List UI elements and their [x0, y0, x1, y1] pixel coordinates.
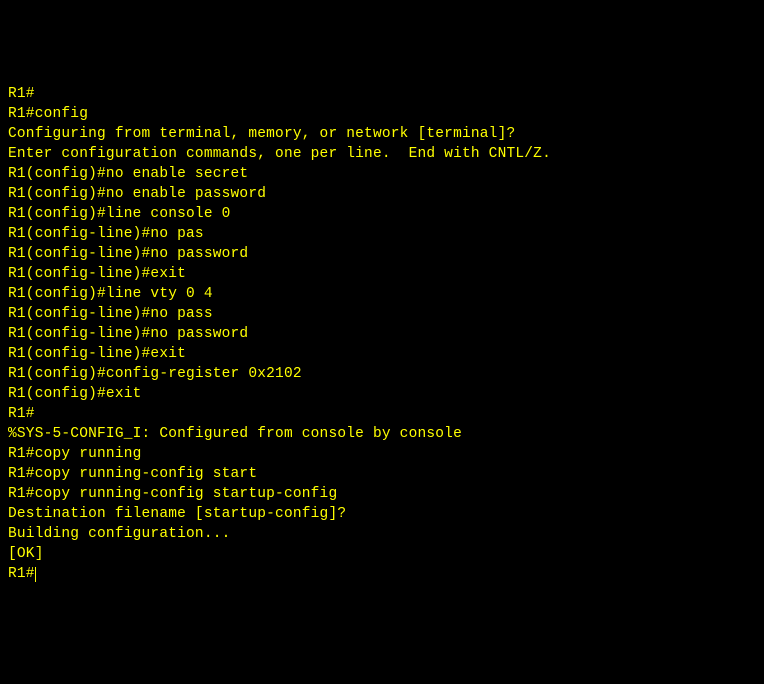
- terminal-line: R1(config)#line vty 0 4: [8, 284, 756, 304]
- terminal-line: R1#: [8, 564, 756, 584]
- terminal-line: Destination filename [startup-config]?: [8, 504, 756, 524]
- terminal-line: R1(config-line)#no password: [8, 244, 756, 264]
- terminal-line: R1(config)#line console 0: [8, 204, 756, 224]
- terminal-line: R1(config)#exit: [8, 384, 756, 404]
- terminal-line: R1(config-line)#exit: [8, 344, 756, 364]
- terminal-line: [OK]: [8, 544, 756, 564]
- terminal-line: R1#: [8, 404, 756, 424]
- terminal-line: R1(config-line)#no pass: [8, 304, 756, 324]
- terminal-line: R1(config)#no enable secret: [8, 164, 756, 184]
- cursor: [35, 567, 36, 582]
- terminal-line: R1(config-line)#no password: [8, 324, 756, 344]
- terminal-line: R1(config-line)#exit: [8, 264, 756, 284]
- terminal-line: %SYS-5-CONFIG_I: Configured from console…: [8, 424, 756, 444]
- terminal-line: R1#copy running: [8, 444, 756, 464]
- terminal-line: R1#copy running-config start: [8, 464, 756, 484]
- terminal-line: R1(config)#no enable password: [8, 184, 756, 204]
- terminal-line: R1#config: [8, 104, 756, 124]
- terminal-line: R1(config)#config-register 0x2102: [8, 364, 756, 384]
- terminal-line: R1(config-line)#no pas: [8, 224, 756, 244]
- terminal-line: R1#copy running-config startup-config: [8, 484, 756, 504]
- terminal-line: Configuring from terminal, memory, or ne…: [8, 124, 756, 144]
- terminal-line: R1#: [8, 84, 756, 104]
- terminal-line: Building configuration...: [8, 524, 756, 544]
- terminal-line: Enter configuration commands, one per li…: [8, 144, 756, 164]
- terminal-output[interactable]: R1#R1#configConfiguring from terminal, m…: [8, 84, 756, 584]
